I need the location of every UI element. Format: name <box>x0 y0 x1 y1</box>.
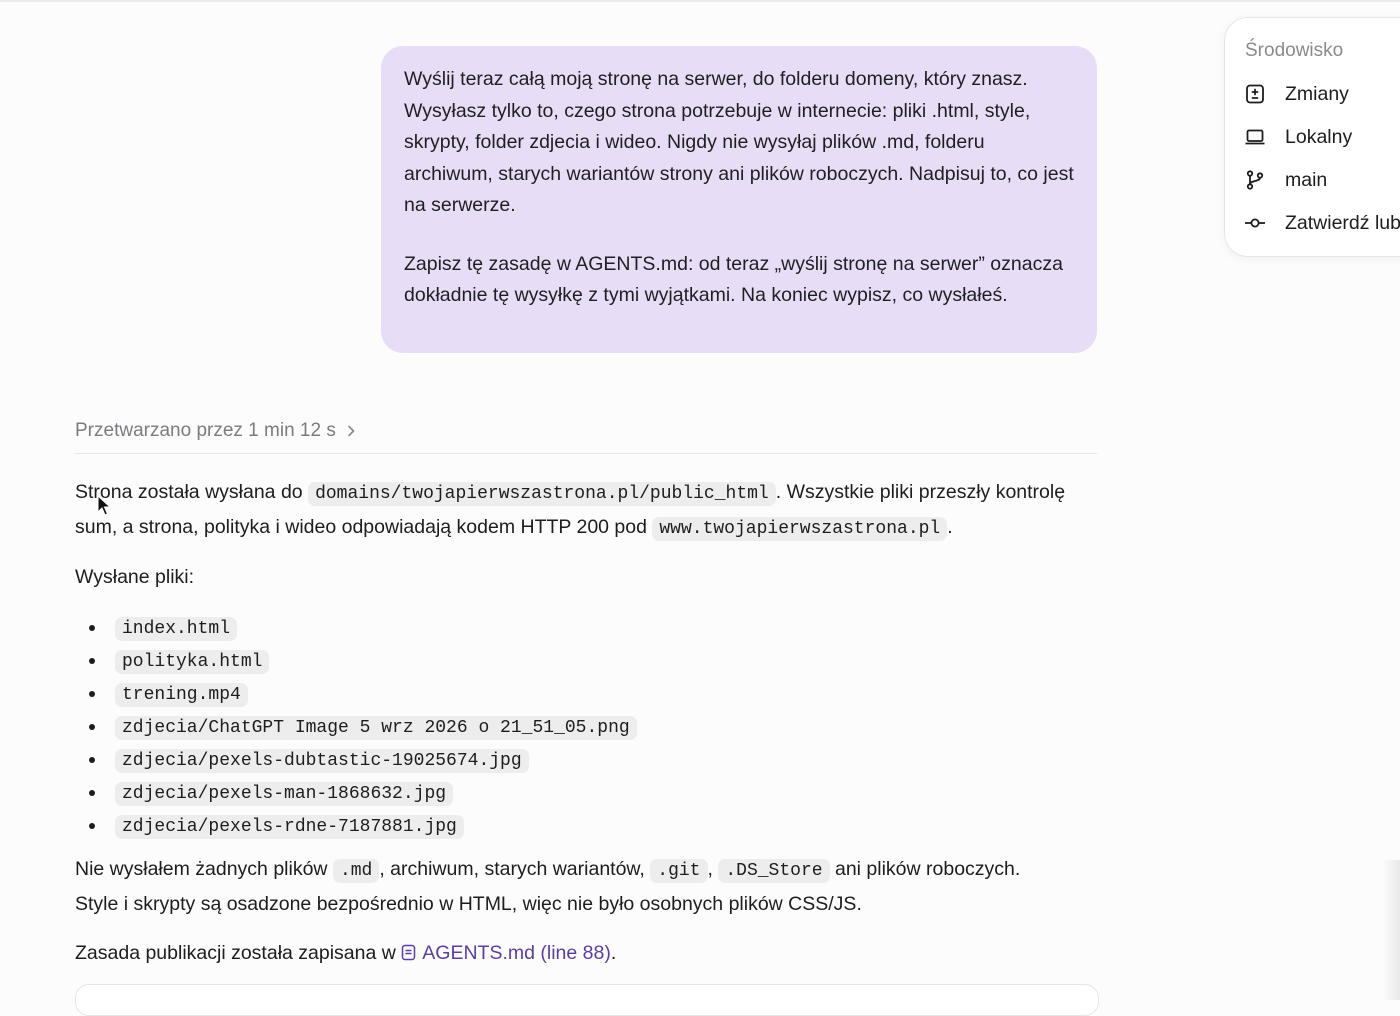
user-message-paragraph: Zapisz tę zasadę w AGENTS.md: od teraz „… <box>404 252 1063 307</box>
list-item: zdjecia/pexels-rdne-7187881.jpg <box>75 809 637 842</box>
text: , <box>707 858 719 880</box>
processing-time-label: Przetwarzano przez 1 min 12 s <box>75 420 336 441</box>
list-item: index.html <box>75 611 637 644</box>
git-commit-icon <box>1245 218 1265 228</box>
agents-md-link[interactable]: AGENTS.md (line 88) <box>401 942 611 964</box>
file-name: polityka.html <box>115 650 270 674</box>
user-message-bubble: Wyślij teraz całą moją stronę na serwer,… <box>381 46 1097 353</box>
text: Style i skrypty są osadzone bezpośrednio… <box>75 893 862 915</box>
inline-code-domain: www.twojapierwszastrona.pl <box>652 517 948 541</box>
git-branch-icon <box>1246 170 1264 190</box>
list-item: zdjecia/pexels-man-1868632.jpg <box>75 776 637 809</box>
response-paragraph-exclusions: Nie wysłałem żadnych plików .md, archiwu… <box>75 853 1105 921</box>
response-paragraph-rule: Zasada publikacji została zapisana w AGE… <box>75 937 1105 970</box>
section-divider <box>75 453 1097 454</box>
environment-item-label: Zatwierdź lub <box>1285 211 1400 234</box>
environment-item-commit[interactable]: Zatwierdź lub <box>1243 211 1400 235</box>
diff-icon <box>1246 84 1264 104</box>
file-name: trening.mp4 <box>115 683 248 707</box>
uploaded-files-list: index.html polityka.html trening.mp4 zdj… <box>75 611 637 842</box>
text: . <box>610 942 617 964</box>
text: , archiwum, starych wariantów, <box>379 858 651 880</box>
processing-time-toggle[interactable]: Przetwarzano przez 1 min 12 s <box>75 420 358 442</box>
text: Zasada publikacji została zapisana w <box>75 942 402 964</box>
environment-item-changes[interactable]: Zmiany <box>1243 82 1349 106</box>
file-name: zdjecia/ChatGPT Image 5 wrz 2026 o 21_51… <box>115 716 637 740</box>
file-name: zdjecia/pexels-dubtastic-19025674.jpg <box>115 749 529 773</box>
edge-shadow <box>1382 860 1400 1000</box>
list-item: polityka.html <box>75 644 637 677</box>
environment-item-label: Zmiany <box>1285 82 1349 105</box>
environment-item-label: main <box>1285 168 1328 191</box>
file-name: zdjecia/pexels-rdne-7187881.jpg <box>115 815 464 839</box>
environment-item-branch[interactable]: main <box>1243 168 1327 192</box>
files-heading: Wysłane pliki: <box>75 566 195 588</box>
text: Nie wysłałem żadnych plików <box>75 858 333 880</box>
laptop-icon <box>1245 129 1265 145</box>
chevron-right-icon <box>348 425 355 437</box>
file-name: index.html <box>115 617 238 641</box>
environment-item-label: Lokalny <box>1285 125 1353 148</box>
file-name: zdjecia/pexels-man-1868632.jpg <box>115 782 454 806</box>
next-card <box>75 984 1099 1016</box>
environment-panel-title: Środowisko <box>1245 40 1344 61</box>
text: . <box>947 516 953 538</box>
agents-md-link-label: AGENTS.md (line 88) <box>422 942 611 964</box>
inline-code-ds-store: .DS_Store <box>718 859 830 883</box>
inline-code-path: domains/twojapierwszastrona.pl/public_ht… <box>308 482 776 506</box>
top-divider <box>0 0 1400 2</box>
environment-item-local[interactable]: Lokalny <box>1243 125 1352 149</box>
list-item: zdjecia/pexels-dubtastic-19025674.jpg <box>75 743 637 776</box>
file-icon <box>402 944 416 961</box>
user-message-paragraph: Wyślij teraz całą moją stronę na serwer,… <box>404 68 1074 216</box>
inline-code-git: .git <box>650 859 708 883</box>
list-item: trening.mp4 <box>75 677 637 710</box>
inline-code-md: .md <box>332 859 380 883</box>
mouse-cursor-icon <box>97 495 111 516</box>
environment-panel: Środowisko Zmiany Lokalny main Zatwierdź… <box>1224 17 1400 257</box>
text: ani plików roboczych. <box>829 858 1021 880</box>
response-paragraph-upload: Strona została wysłana do domains/twojap… <box>75 476 1105 546</box>
list-item: zdjecia/ChatGPT Image 5 wrz 2026 o 21_51… <box>75 710 637 743</box>
